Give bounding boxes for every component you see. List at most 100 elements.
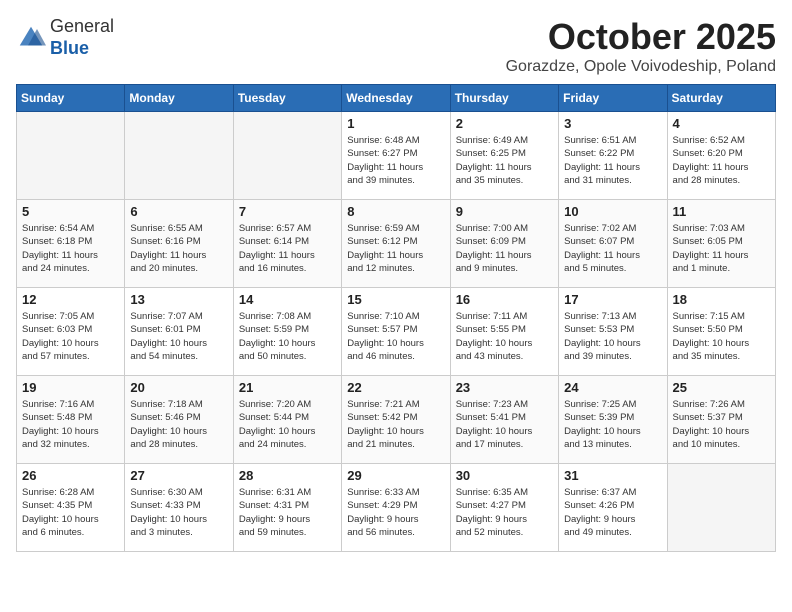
calendar-cell: 27 Sunrise: 6:30 AM Sunset: 4:33 PM Dayli… [125, 464, 233, 552]
weekday-header: Sunday [17, 85, 125, 112]
day-number: 21 [239, 380, 336, 395]
day-info: Sunrise: 7:13 AM Sunset: 5:53 PM Dayligh… [564, 310, 661, 363]
day-number: 28 [239, 468, 336, 483]
calendar-cell: 1 Sunrise: 6:48 AM Sunset: 6:27 PM Daylig… [342, 112, 450, 200]
calendar-cell: 31 Sunrise: 6:37 AM Sunset: 4:26 PM Dayli… [559, 464, 667, 552]
day-info: Sunrise: 6:54 AM Sunset: 6:18 PM Dayligh… [22, 222, 119, 275]
calendar-week-row: 12 Sunrise: 7:05 AM Sunset: 6:03 PM Dayli… [17, 288, 776, 376]
day-number: 22 [347, 380, 444, 395]
calendar-cell: 23Sunrise: 7:23 AM Sunset: 5:41 PM Dayli… [450, 376, 558, 464]
day-info: Sunrise: 7:21 AM Sunset: 5:42 PM Dayligh… [347, 398, 444, 451]
day-info: Sunrise: 6:37 AM Sunset: 4:26 PM Dayligh… [564, 486, 661, 539]
day-number: 29 [347, 468, 444, 483]
month-title: October 2025 [506, 16, 776, 58]
day-info: Sunrise: 7:18 AM Sunset: 5:46 PM Dayligh… [130, 398, 227, 451]
day-info: Sunrise: 7:07 AM Sunset: 6:01 PM Dayligh… [130, 310, 227, 363]
calendar-cell: 13 Sunrise: 7:07 AM Sunset: 6:01 PM Dayli… [125, 288, 233, 376]
calendar-cell: 9Sunrise: 7:00 AM Sunset: 6:09 PM Daylig… [450, 200, 558, 288]
day-number: 27 [130, 468, 227, 483]
page-header: General Blue October 2025 Gorazdze, Opol… [16, 16, 776, 76]
day-number: 3 [564, 116, 661, 131]
day-info: Sunrise: 6:35 AM Sunset: 4:27 PM Dayligh… [456, 486, 553, 539]
weekday-header-row: SundayMondayTuesdayWednesdayThursdayFrid… [17, 85, 776, 112]
weekday-header: Friday [559, 85, 667, 112]
calendar-table: SundayMondayTuesdayWednesdayThursdayFrid… [16, 84, 776, 552]
calendar-cell: 21 Sunrise: 7:20 AM Sunset: 5:44 PM Dayli… [233, 376, 341, 464]
day-number: 18 [673, 292, 770, 307]
weekday-header: Wednesday [342, 85, 450, 112]
day-number: 1 [347, 116, 444, 131]
logo-text: General Blue [50, 16, 114, 59]
calendar-cell: 20 Sunrise: 7:18 AM Sunset: 5:46 PM Dayli… [125, 376, 233, 464]
calendar-cell: 10 Sunrise: 7:02 AM Sunset: 6:07 PM Dayli… [559, 200, 667, 288]
day-number: 17 [564, 292, 661, 307]
day-number: 9 [456, 204, 553, 219]
day-number: 7 [239, 204, 336, 219]
day-number: 15 [347, 292, 444, 307]
day-info: Sunrise: 7:05 AM Sunset: 6:03 PM Dayligh… [22, 310, 119, 363]
day-number: 24 [564, 380, 661, 395]
calendar-cell: 25 Sunrise: 7:26 AM Sunset: 5:37 PM Dayli… [667, 376, 775, 464]
calendar-cell: 28 Sunrise: 6:31 AM Sunset: 4:31 PM Dayli… [233, 464, 341, 552]
day-info: Sunrise: 7:26 AM Sunset: 5:37 PM Dayligh… [673, 398, 770, 451]
day-number: 13 [130, 292, 227, 307]
day-info: Sunrise: 7:10 AM Sunset: 5:57 PM Dayligh… [347, 310, 444, 363]
calendar-week-row: 1 Sunrise: 6:48 AM Sunset: 6:27 PM Daylig… [17, 112, 776, 200]
day-number: 5 [22, 204, 119, 219]
weekday-header: Tuesday [233, 85, 341, 112]
day-info: Sunrise: 6:51 AM Sunset: 6:22 PM Dayligh… [564, 134, 661, 187]
day-number: 19 [22, 380, 119, 395]
calendar-cell: 12 Sunrise: 7:05 AM Sunset: 6:03 PM Dayli… [17, 288, 125, 376]
day-info: Sunrise: 7:11 AM Sunset: 5:55 PM Dayligh… [456, 310, 553, 363]
day-number: 4 [673, 116, 770, 131]
day-info: Sunrise: 6:31 AM Sunset: 4:31 PM Dayligh… [239, 486, 336, 539]
calendar-cell: 6 Sunrise: 6:55 AM Sunset: 6:16 PM Daylig… [125, 200, 233, 288]
day-number: 6 [130, 204, 227, 219]
day-number: 14 [239, 292, 336, 307]
day-info: Sunrise: 6:49 AM Sunset: 6:25 PM Dayligh… [456, 134, 553, 187]
calendar-cell: 15 Sunrise: 7:10 AM Sunset: 5:57 PM Dayli… [342, 288, 450, 376]
day-number: 10 [564, 204, 661, 219]
calendar-cell: 7 Sunrise: 6:57 AM Sunset: 6:14 PM Daylig… [233, 200, 341, 288]
calendar-week-row: 19Sunrise: 7:16 AM Sunset: 5:48 PM Dayli… [17, 376, 776, 464]
location-title: Gorazdze, Opole Voivodeship, Poland [506, 58, 776, 76]
day-info: Sunrise: 7:20 AM Sunset: 5:44 PM Dayligh… [239, 398, 336, 451]
day-info: Sunrise: 7:15 AM Sunset: 5:50 PM Dayligh… [673, 310, 770, 363]
calendar-cell: 22 Sunrise: 7:21 AM Sunset: 5:42 PM Dayli… [342, 376, 450, 464]
day-info: Sunrise: 6:30 AM Sunset: 4:33 PM Dayligh… [130, 486, 227, 539]
calendar-cell [125, 112, 233, 200]
weekday-header: Thursday [450, 85, 558, 112]
calendar-cell: 16 Sunrise: 7:11 AM Sunset: 5:55 PM Dayli… [450, 288, 558, 376]
calendar-week-row: 5 Sunrise: 6:54 AM Sunset: 6:18 PM Daylig… [17, 200, 776, 288]
day-info: Sunrise: 6:48 AM Sunset: 6:27 PM Dayligh… [347, 134, 444, 187]
day-info: Sunrise: 6:59 AM Sunset: 6:12 PM Dayligh… [347, 222, 444, 275]
weekday-header: Monday [125, 85, 233, 112]
calendar-cell: 11Sunrise: 7:03 AM Sunset: 6:05 PM Dayli… [667, 200, 775, 288]
day-number: 12 [22, 292, 119, 307]
title-block: October 2025 Gorazdze, Opole Voivodeship… [506, 16, 776, 76]
day-number: 20 [130, 380, 227, 395]
day-info: Sunrise: 7:03 AM Sunset: 6:05 PM Dayligh… [673, 222, 770, 275]
day-number: 26 [22, 468, 119, 483]
calendar-cell [667, 464, 775, 552]
calendar-cell: 8Sunrise: 6:59 AM Sunset: 6:12 PM Daylig… [342, 200, 450, 288]
logo: General Blue [16, 16, 114, 59]
calendar-cell: 30 Sunrise: 6:35 AM Sunset: 4:27 PM Dayli… [450, 464, 558, 552]
day-info: Sunrise: 6:33 AM Sunset: 4:29 PM Dayligh… [347, 486, 444, 539]
day-number: 2 [456, 116, 553, 131]
calendar-cell: 19Sunrise: 7:16 AM Sunset: 5:48 PM Dayli… [17, 376, 125, 464]
day-number: 30 [456, 468, 553, 483]
calendar-week-row: 26Sunrise: 6:28 AM Sunset: 4:35 PM Dayli… [17, 464, 776, 552]
day-info: Sunrise: 6:57 AM Sunset: 6:14 PM Dayligh… [239, 222, 336, 275]
calendar-cell [17, 112, 125, 200]
day-number: 31 [564, 468, 661, 483]
weekday-header: Saturday [667, 85, 775, 112]
day-number: 25 [673, 380, 770, 395]
calendar-cell: 26Sunrise: 6:28 AM Sunset: 4:35 PM Dayli… [17, 464, 125, 552]
calendar-cell: 5 Sunrise: 6:54 AM Sunset: 6:18 PM Daylig… [17, 200, 125, 288]
day-number: 16 [456, 292, 553, 307]
day-info: Sunrise: 6:55 AM Sunset: 6:16 PM Dayligh… [130, 222, 227, 275]
day-info: Sunrise: 7:02 AM Sunset: 6:07 PM Dayligh… [564, 222, 661, 275]
calendar-cell: 18 Sunrise: 7:15 AM Sunset: 5:50 PM Dayli… [667, 288, 775, 376]
calendar-cell [233, 112, 341, 200]
